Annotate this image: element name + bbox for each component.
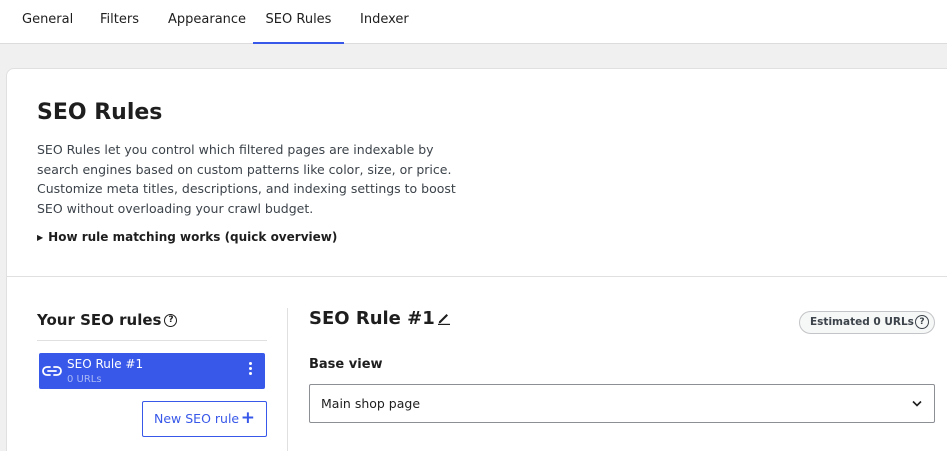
estimate-suffix: URLs (884, 316, 914, 328)
more-options-icon[interactable] (243, 360, 257, 382)
page-description: SEO Rules let you control which filtered… (37, 142, 456, 216)
estimate-prefix: Estimated (810, 316, 870, 328)
seo-rule-list-item[interactable]: SEO Rule #1 0 URLs (39, 353, 265, 389)
seo-rule-name: SEO Rule #1 (67, 357, 144, 371)
question-circle-icon[interactable]: ? (164, 314, 178, 327)
pencil-edit-icon[interactable] (437, 311, 451, 325)
seo-rules-list-title: Your SEO rules? (37, 311, 178, 330)
tab-filters[interactable]: Filters (100, 0, 139, 44)
new-seo-rule-label: New SEO rule (154, 411, 240, 426)
base-view-selected-value: Main shop page (321, 396, 421, 411)
base-view-label: Base view (309, 357, 383, 372)
plus-icon: + (240, 408, 255, 428)
sidebar-divider (37, 340, 267, 341)
new-seo-rule-button[interactable]: New SEO rule + (142, 401, 267, 437)
column-divider (287, 308, 288, 451)
page-title: SEO Rules (37, 100, 163, 125)
estimate-count: 0 (873, 316, 881, 328)
tab-seo-rules[interactable]: SEO Rules (253, 0, 344, 44)
link-icon (42, 366, 62, 376)
tab-indexer[interactable]: Indexer (360, 0, 409, 44)
seo-rules-list-title-text: Your SEO rules (37, 311, 162, 329)
tab-general[interactable]: General (22, 0, 73, 44)
chevron-down-icon (912, 400, 922, 407)
disclosure-triangle-icon: ▶ (37, 233, 44, 242)
base-view-select[interactable]: Main shop page (309, 384, 935, 423)
rule-editor-title: SEO Rule #1 (309, 308, 435, 329)
estimated-urls-badge: Estimated 0 URLs ? (799, 311, 935, 334)
section-divider (7, 276, 947, 277)
rule-matching-details-toggle[interactable]: ▶ How rule matching works (quick overview… (37, 230, 337, 244)
details-label: How rule matching works (quick overview) (48, 230, 338, 244)
settings-tab-bar: General Filters Appearance SEO Rules Ind… (0, 0, 947, 44)
help-question-icon[interactable]: ? (915, 315, 929, 329)
seo-rule-url-count: 0 URLs (67, 374, 102, 385)
tab-appearance[interactable]: Appearance (168, 0, 246, 44)
